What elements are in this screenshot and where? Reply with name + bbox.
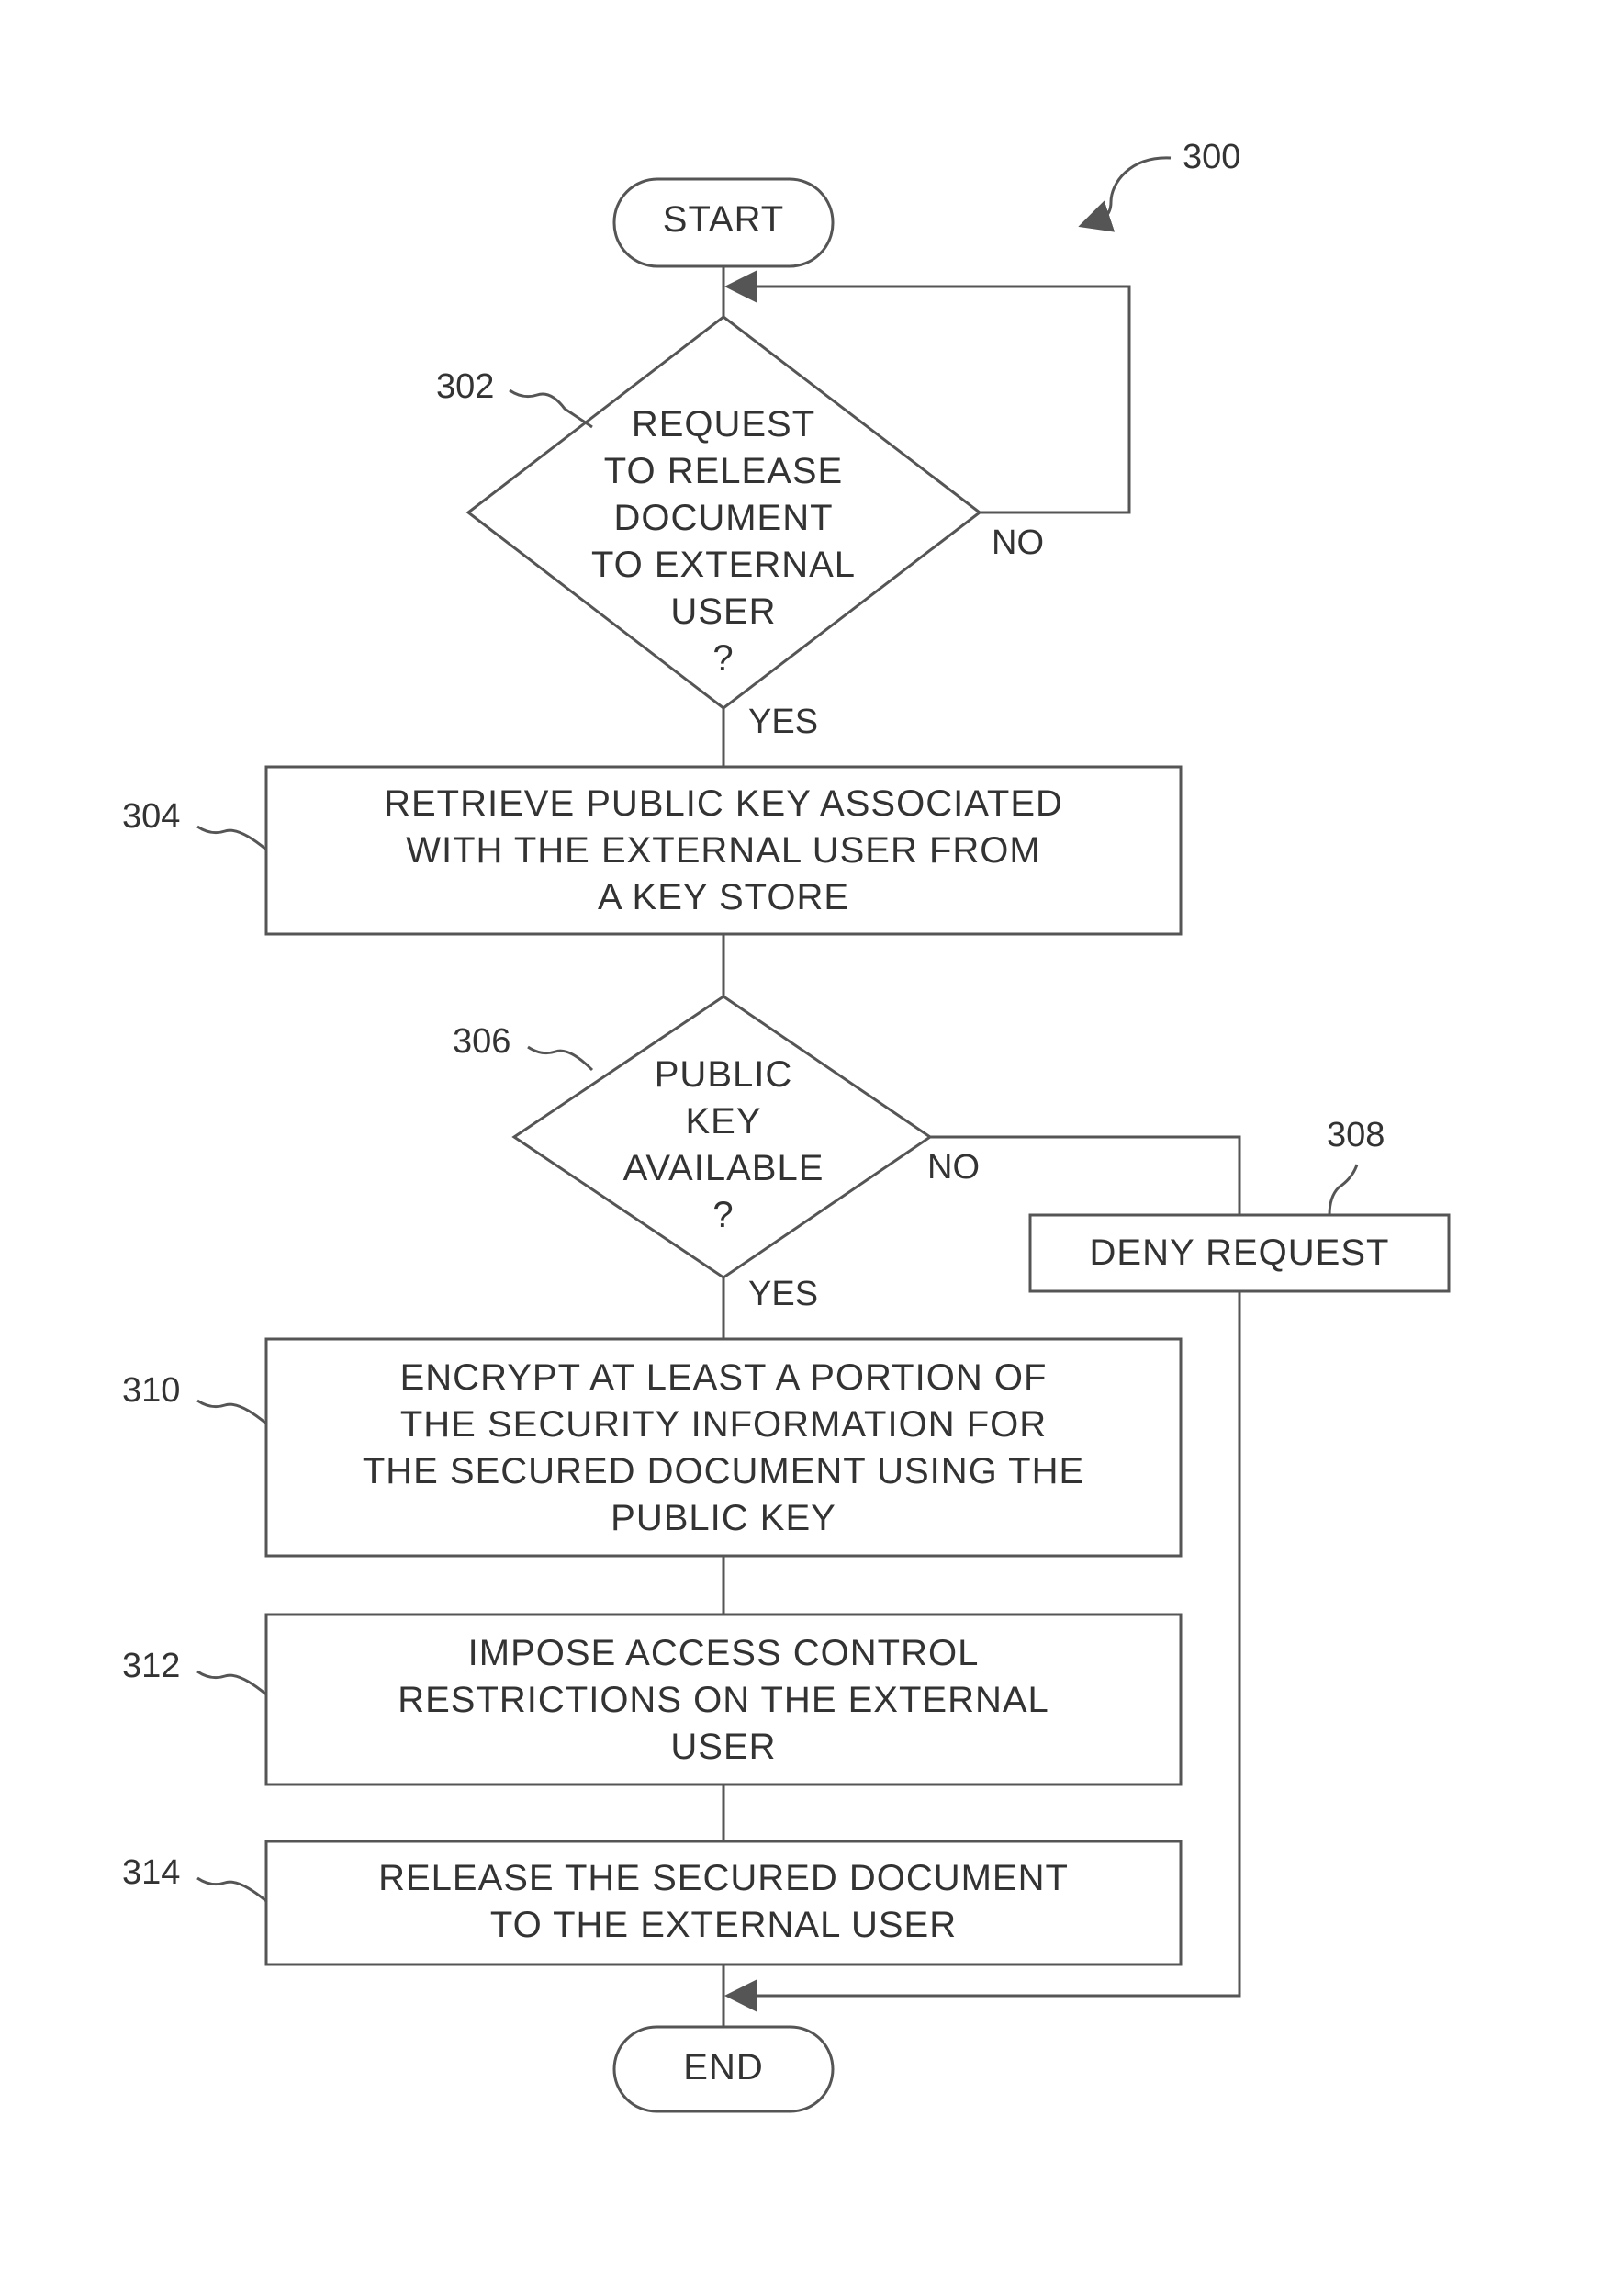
end-label: END: [683, 2047, 764, 2088]
ref-312: 312: [122, 1647, 181, 1685]
figure-ref-leader: [1078, 156, 1172, 232]
decision-306-text: PUBLIC KEY AVAILABLE ?: [622, 1054, 824, 1235]
ref-308: 308: [1327, 1116, 1385, 1154]
decision-302-yes-label: YES: [748, 703, 819, 741]
start-label: START: [662, 199, 785, 240]
ref-leader-304: [196, 825, 267, 851]
figure-ref-number: 300: [1183, 138, 1241, 176]
ref-leader-308: [1328, 1164, 1359, 1216]
ref-310: 310: [122, 1371, 181, 1410]
process-312-text: IMPOSE ACCESS CONTROL RESTRICTIONS ON TH…: [398, 1633, 1049, 1767]
ref-306: 306: [453, 1022, 511, 1061]
ref-leader-312: [196, 1670, 267, 1696]
decision-302-no-label: NO: [992, 523, 1044, 562]
decision-306-yes-label: YES: [748, 1275, 819, 1313]
ref-304: 304: [122, 797, 181, 836]
ref-314: 314: [122, 1853, 181, 1892]
process-304-text: RETRIEVE PUBLIC KEY ASSOCIATED WITH THE …: [384, 783, 1063, 917]
process-308-text: DENY REQUEST: [1089, 1232, 1390, 1273]
ref-302: 302: [436, 367, 495, 406]
process-310-text: ENCRYPT AT LEAST A PORTION OF THE SECURI…: [362, 1357, 1085, 1538]
decision-306-no-label: NO: [927, 1148, 980, 1187]
decision-302-text: REQUEST TO RELEASE DOCUMENT TO EXTERNAL …: [590, 404, 857, 679]
ref-leader-310: [196, 1399, 267, 1425]
ref-leader-314: [196, 1876, 267, 1903]
process-314-text: RELEASE THE SECURED DOCUMENT TO THE EXTE…: [378, 1858, 1069, 1945]
